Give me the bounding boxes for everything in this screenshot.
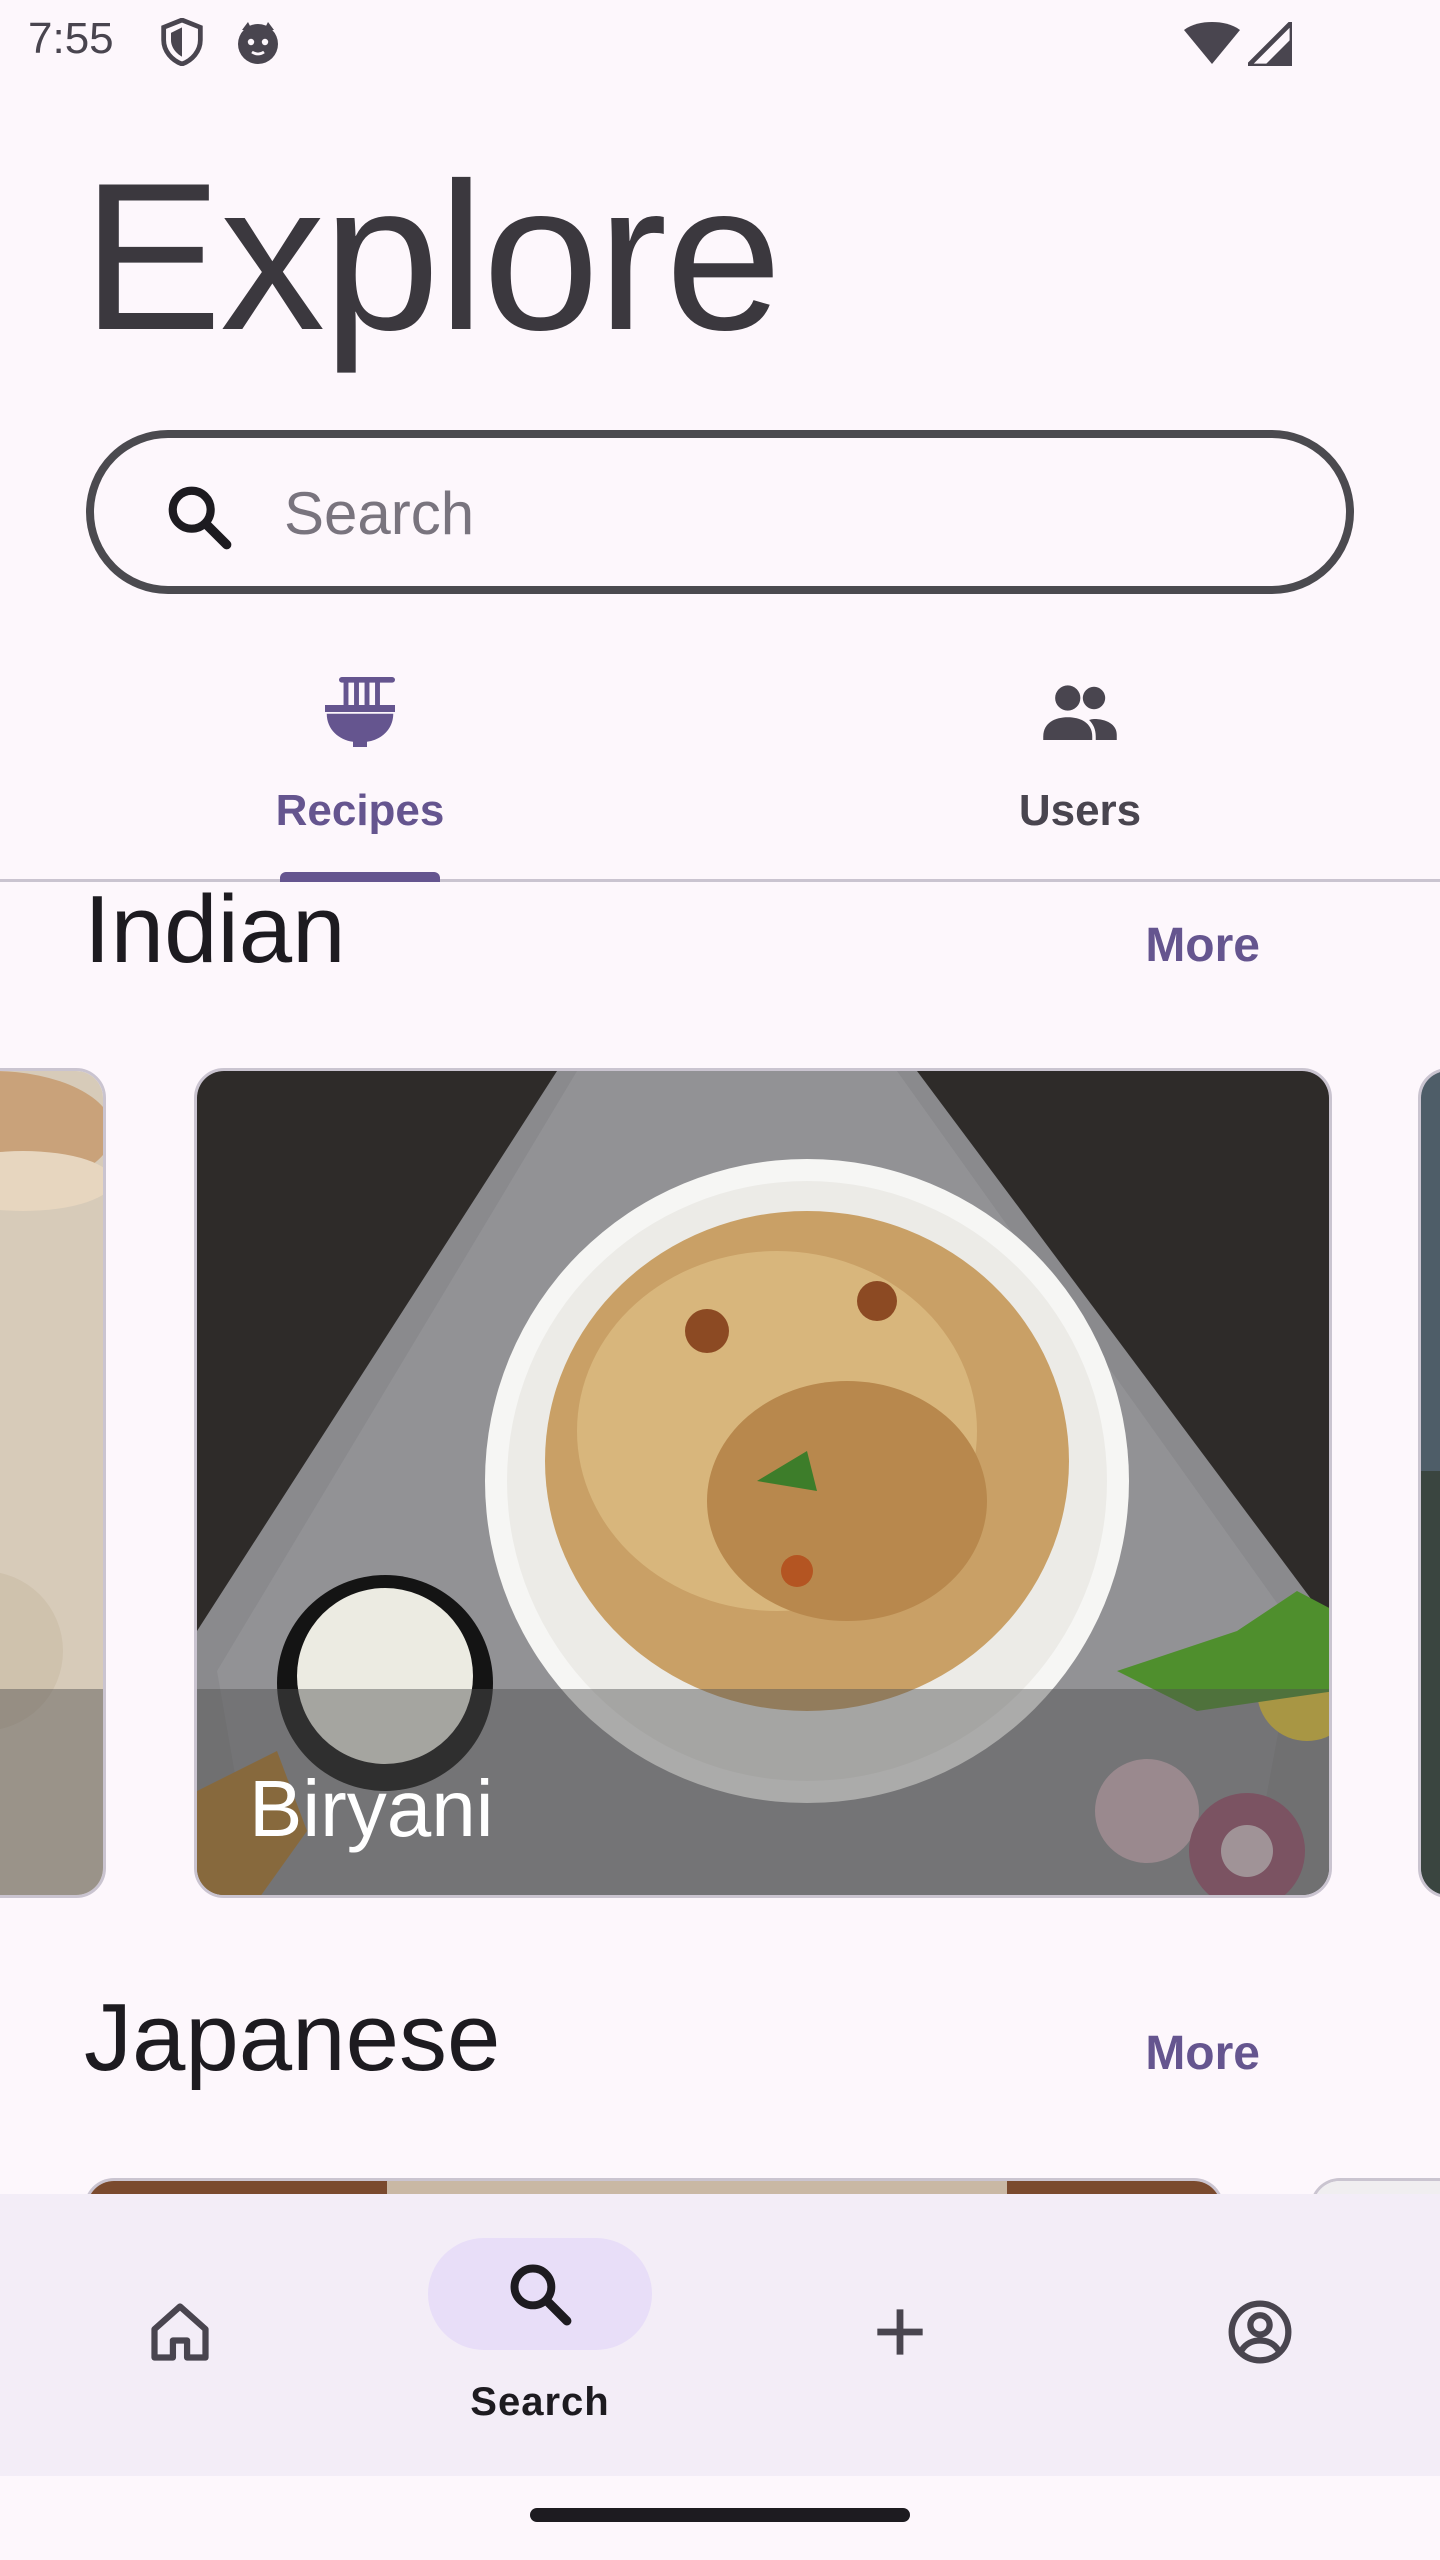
home-icon: [151, 2303, 209, 2361]
tab-label-users: Users: [1018, 786, 1142, 835]
tab-recipes[interactable]: Recipes: [0, 650, 720, 882]
search-icon: [168, 486, 232, 550]
tab-bar: Recipes Users: [0, 650, 1440, 882]
more-link-japanese[interactable]: More: [1145, 2026, 1260, 2081]
status-bar: 7:55: [0, 0, 1440, 84]
nav-search[interactable]: Search: [360, 2194, 720, 2476]
cat-face-icon: [238, 22, 278, 64]
signal-icon: [1248, 22, 1292, 66]
status-time: 7:55: [28, 14, 114, 63]
shield-icon: [161, 18, 203, 66]
recipe-card-biryani[interactable]: Biryani: [194, 1068, 1332, 1898]
card-image: [1421, 1071, 1440, 1895]
recipe-card-title: Biryani: [249, 1764, 494, 1853]
search-bar[interactable]: [86, 430, 1354, 594]
search-icon: [510, 2264, 572, 2326]
nav-add[interactable]: [720, 2194, 1080, 2476]
people-icon: [1043, 685, 1117, 740]
bottom-navigation: Search: [0, 2194, 1440, 2476]
recipe-card-partial-left[interactable]: [0, 1068, 106, 1898]
page-title: Explore: [82, 139, 782, 374]
tab-users[interactable]: Users: [720, 650, 1440, 880]
nav-label-search: Search: [470, 2380, 610, 2424]
wifi-icon: [1184, 22, 1240, 64]
plus-icon: [877, 2309, 923, 2355]
noodle-bowl-icon: [325, 677, 395, 747]
gesture-home-indicator[interactable]: [530, 2508, 910, 2522]
section-title-japanese: Japanese: [84, 1984, 501, 2091]
account-circle-icon: [1228, 2300, 1292, 2364]
more-link-indian[interactable]: More: [1145, 918, 1260, 973]
search-input[interactable]: [284, 478, 1284, 548]
nav-active-indicator: [428, 2238, 652, 2350]
tab-label-recipes: Recipes: [275, 786, 445, 835]
recipe-card-partial-right[interactable]: [1418, 1068, 1440, 1898]
nav-profile[interactable]: [1080, 2194, 1440, 2476]
card-overlay: [0, 1689, 103, 1895]
nav-home[interactable]: [0, 2194, 360, 2476]
section-title-indian: Indian: [84, 876, 346, 983]
